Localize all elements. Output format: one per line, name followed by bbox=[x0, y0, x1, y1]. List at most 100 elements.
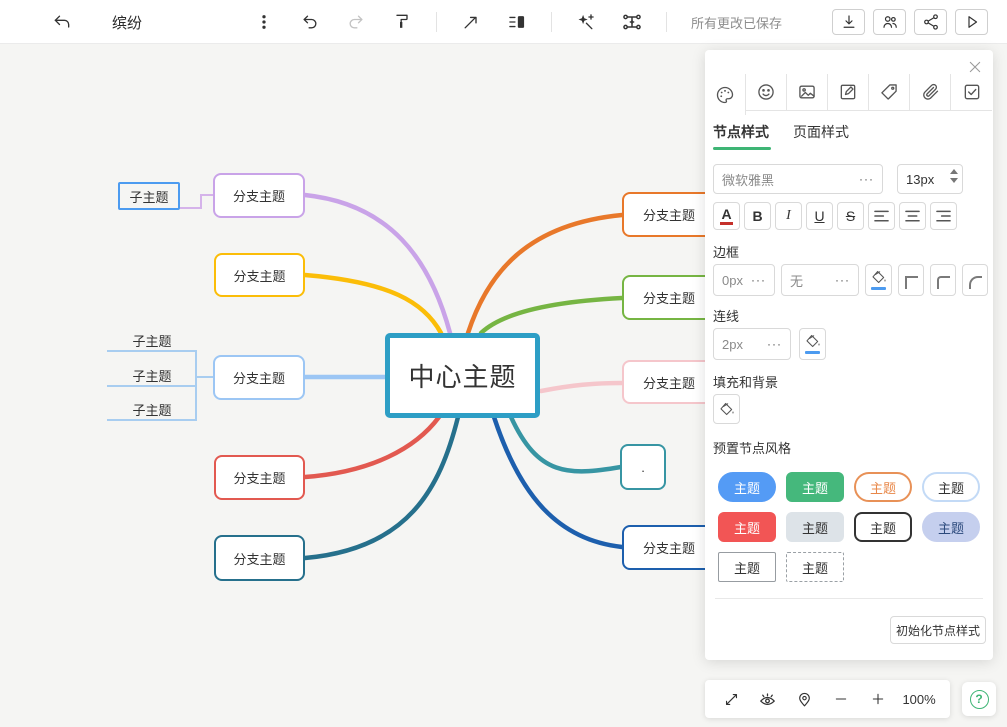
play-icon bbox=[967, 16, 977, 28]
align-right-button[interactable] bbox=[930, 202, 957, 230]
preset-style-red[interactable]: 主题 bbox=[718, 512, 776, 542]
node-branch-purple[interactable]: 分支主题 bbox=[213, 173, 305, 218]
underline-button[interactable]: U bbox=[806, 202, 833, 230]
border-style-select[interactable]: 无 ··· bbox=[781, 264, 859, 296]
subtab-page-style[interactable]: 页面样式 bbox=[793, 122, 849, 150]
tab-emoji[interactable] bbox=[746, 74, 787, 111]
format-painter-icon bbox=[396, 14, 408, 28]
tab-tag[interactable] bbox=[869, 74, 910, 111]
collaborate-button[interactable] bbox=[873, 9, 906, 35]
node-branch-yellow[interactable]: 分支主题 bbox=[214, 253, 305, 297]
corner-extra-rounded-button[interactable] bbox=[962, 264, 988, 296]
node-label: 分支主题 bbox=[642, 208, 695, 223]
preset-style-green[interactable]: 主题 bbox=[786, 472, 844, 502]
node-branch-blue[interactable]: 分支主题 bbox=[213, 355, 305, 400]
font-size-input[interactable]: 13px bbox=[897, 164, 963, 194]
preset-style-dashed[interactable]: 主题 bbox=[786, 552, 844, 582]
preset-label: 主题 bbox=[937, 520, 964, 536]
tab-image[interactable] bbox=[787, 74, 828, 111]
preset-style-lavender[interactable]: 主题 bbox=[922, 512, 980, 542]
node-subtopic-1[interactable]: 子主题 bbox=[107, 331, 197, 352]
node-branch-red[interactable]: 分支主题 bbox=[214, 455, 305, 500]
branch-line-purple bbox=[302, 192, 453, 336]
border-color-button[interactable] bbox=[865, 264, 892, 296]
node-subtopic-2[interactable]: 子主题 bbox=[107, 366, 197, 387]
locate-center-button[interactable] bbox=[793, 687, 817, 711]
node-branch-dot[interactable]: . bbox=[620, 444, 666, 490]
node-label: 分支主题 bbox=[642, 541, 695, 556]
tab-task[interactable] bbox=[951, 74, 992, 111]
preset-style-orange-outline[interactable]: 主题 bbox=[854, 472, 912, 502]
node-branch-darkblue[interactable]: 分支主题 bbox=[622, 525, 716, 570]
tab-style[interactable] bbox=[705, 74, 746, 115]
layout-structure-button[interactable] bbox=[620, 10, 644, 34]
fill-color-button[interactable] bbox=[713, 394, 740, 424]
border-width-select[interactable]: 0px ··· bbox=[713, 264, 775, 296]
outline-icon bbox=[509, 16, 525, 28]
node-branch-darkteal[interactable]: 分支主题 bbox=[214, 535, 305, 581]
outline-view-button[interactable] bbox=[505, 10, 529, 34]
location-pin-icon bbox=[799, 692, 810, 706]
focus-mode-button[interactable] bbox=[756, 687, 780, 711]
panel-close-button[interactable] bbox=[967, 59, 983, 75]
strikethrough-button[interactable]: S bbox=[837, 202, 864, 230]
bold-label: B bbox=[752, 208, 763, 224]
node-branch-pink[interactable]: 分支主题 bbox=[622, 360, 716, 404]
toolbar-divider bbox=[666, 12, 667, 32]
branch-line-orange bbox=[465, 212, 625, 336]
node-subtopic-selected[interactable]: 子主题 bbox=[118, 182, 180, 210]
preset-style-plain[interactable]: 主题 bbox=[718, 552, 776, 582]
redo-icon bbox=[349, 15, 363, 29]
toolbar-center: 所有更改已保存 bbox=[252, 0, 782, 44]
stepper-up-icon[interactable] bbox=[950, 169, 958, 174]
toolbar-divider bbox=[436, 12, 437, 32]
align-left-icon bbox=[874, 210, 889, 222]
back-button[interactable] bbox=[50, 10, 74, 34]
paperclip-icon bbox=[923, 83, 939, 100]
connector-tool-button[interactable] bbox=[459, 10, 483, 34]
download-button[interactable] bbox=[832, 9, 865, 35]
preset-style-blue-outline[interactable]: 主题 bbox=[922, 472, 980, 502]
line-color-button[interactable] bbox=[799, 328, 826, 360]
reset-node-style-button[interactable]: 初始化节点样式 bbox=[890, 616, 986, 644]
node-branch-orange[interactable]: 分支主题 bbox=[622, 192, 716, 237]
more-icon: ··· bbox=[751, 273, 766, 287]
node-branch-green[interactable]: 分支主题 bbox=[622, 275, 716, 320]
corner-rounded-button[interactable] bbox=[930, 264, 956, 296]
node-subtopic-3[interactable]: 子主题 bbox=[107, 400, 197, 421]
font-color-button[interactable]: A bbox=[713, 202, 740, 230]
bold-button[interactable]: B bbox=[744, 202, 771, 230]
panel-subtabs: 节点样式 页面样式 bbox=[713, 122, 849, 150]
zoom-in-button[interactable] bbox=[866, 687, 890, 711]
stepper-down-icon[interactable] bbox=[950, 178, 958, 183]
align-left-button[interactable] bbox=[868, 202, 895, 230]
fit-view-button[interactable] bbox=[719, 687, 743, 711]
subtab-node-style[interactable]: 节点样式 bbox=[713, 122, 771, 150]
tab-note[interactable] bbox=[828, 74, 869, 111]
preset-label: 主题 bbox=[869, 520, 896, 536]
preset-style-black-outline[interactable]: 主题 bbox=[854, 512, 912, 542]
format-painter-button[interactable] bbox=[390, 10, 414, 34]
help-button[interactable]: ? bbox=[962, 682, 996, 716]
tab-link[interactable] bbox=[910, 74, 951, 111]
italic-button[interactable]: I bbox=[775, 202, 802, 230]
node-central-topic[interactable]: 中心主题 bbox=[385, 333, 540, 418]
fill-section-label: 填充和背景 bbox=[713, 375, 779, 390]
ai-assistant-button[interactable] bbox=[574, 10, 598, 34]
more-menu-button[interactable] bbox=[252, 10, 276, 34]
present-button[interactable] bbox=[955, 9, 988, 35]
format-row: A B I U S bbox=[713, 202, 957, 230]
more-icon: ··· bbox=[859, 172, 874, 186]
preset-style-blue[interactable]: 主题 bbox=[718, 472, 776, 502]
font-family-select[interactable]: 微软雅黑 ··· bbox=[713, 164, 883, 194]
share-button[interactable] bbox=[914, 9, 947, 35]
smiley-icon bbox=[758, 84, 774, 100]
corner-sharp-button[interactable] bbox=[898, 264, 924, 296]
zoom-out-button[interactable] bbox=[829, 687, 853, 711]
undo-button[interactable] bbox=[298, 10, 322, 34]
zoom-level[interactable]: 100% bbox=[902, 692, 935, 707]
preset-style-gray[interactable]: 主题 bbox=[786, 512, 844, 542]
align-center-button[interactable] bbox=[899, 202, 926, 230]
line-width-select[interactable]: 2px ··· bbox=[713, 328, 791, 360]
redo-button[interactable] bbox=[344, 10, 368, 34]
